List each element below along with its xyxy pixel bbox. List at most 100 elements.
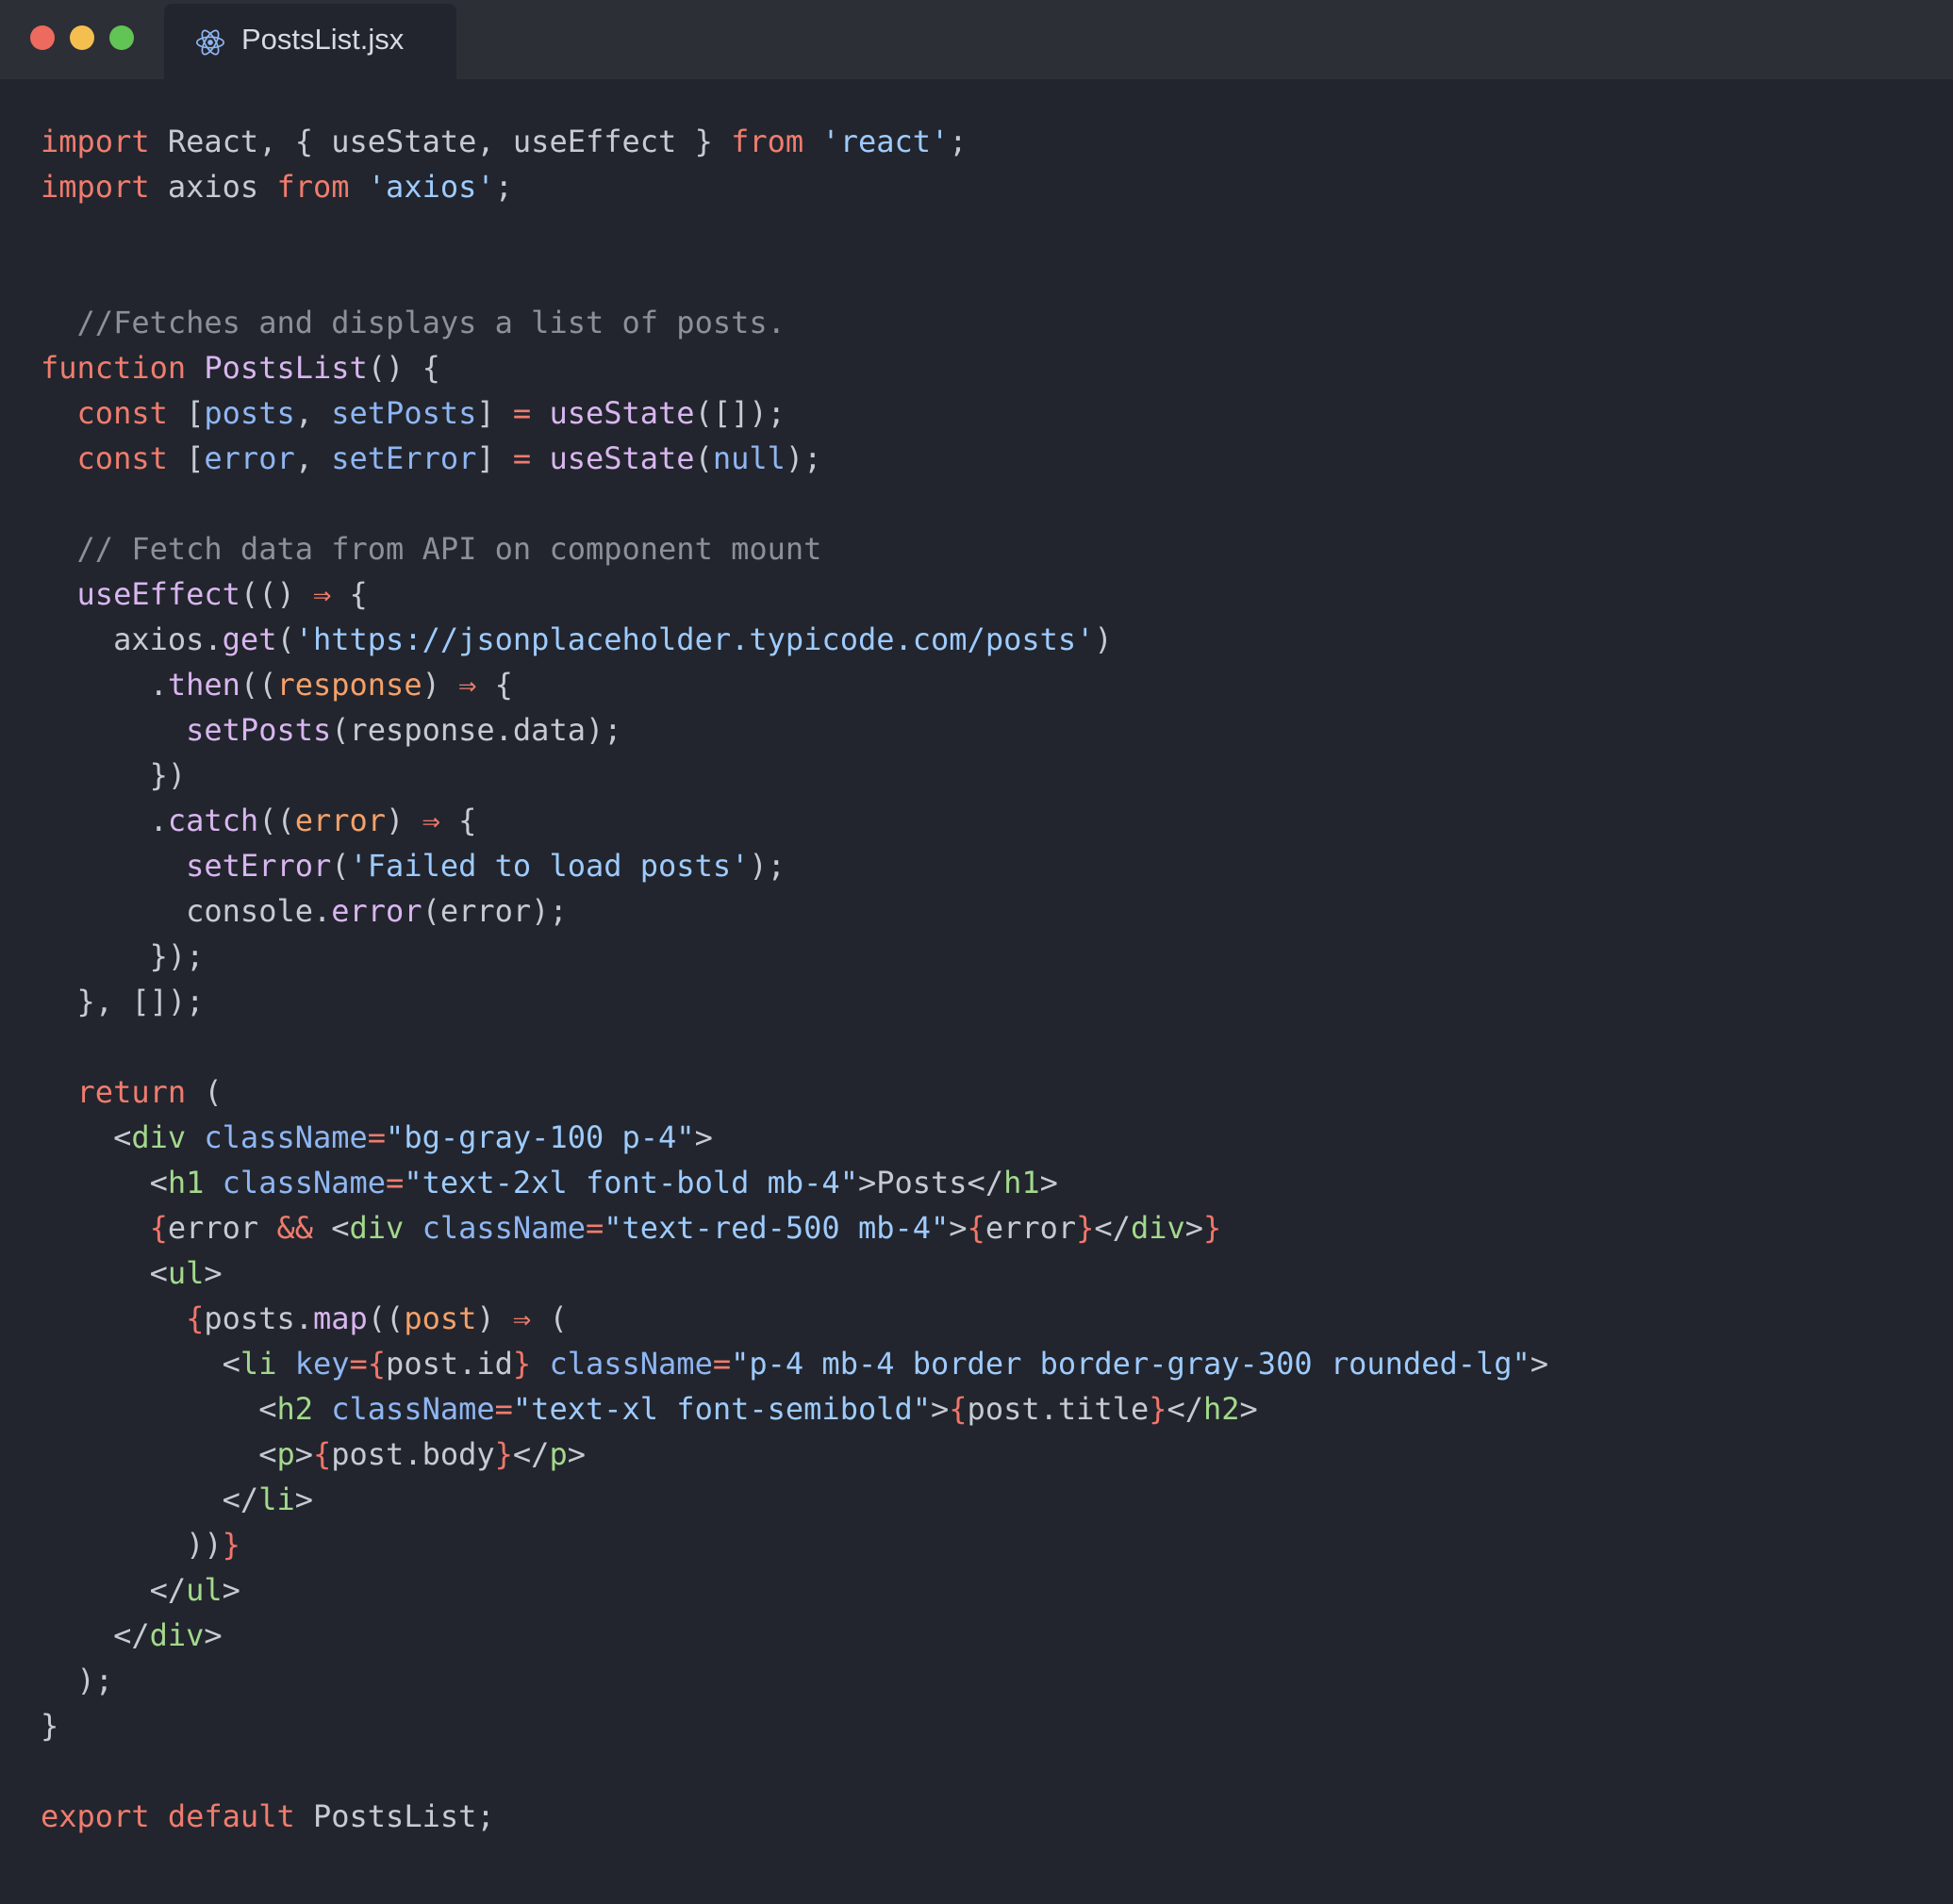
- code-token: then: [167, 667, 240, 703]
- code-token: }: [1203, 1210, 1222, 1246]
- close-window-button[interactable]: [30, 25, 55, 50]
- code-token: &&: [276, 1210, 313, 1246]
- code-token: get: [222, 621, 277, 657]
- maximize-window-button[interactable]: [109, 25, 134, 50]
- minimize-window-button[interactable]: [70, 25, 94, 50]
- code-token: (: [186, 1074, 223, 1110]
- code-token: post: [404, 1300, 477, 1336]
- code-token: error: [167, 1210, 277, 1246]
- code-token: ([]);: [694, 395, 786, 431]
- code-token: >: [222, 1572, 240, 1608]
- code-token: useState: [549, 395, 695, 431]
- code-token: (: [694, 440, 713, 476]
- code-token: ((: [367, 1300, 405, 1336]
- code-token: console.: [41, 893, 332, 929]
- code-line: //Fetches and displays a list of posts.: [41, 300, 1548, 345]
- code-token: p: [549, 1436, 568, 1472]
- code-token: (: [531, 1300, 568, 1336]
- react-icon: [195, 29, 225, 56]
- code-token: import: [41, 169, 150, 205]
- code-token: >: [1039, 1165, 1058, 1200]
- code-token: useEffect: [76, 576, 240, 612]
- code-token: <: [41, 1119, 132, 1155]
- code-token: );: [41, 1663, 114, 1698]
- code-token: div: [1130, 1210, 1185, 1246]
- code-line: }: [41, 1703, 1548, 1748]
- code-token: className: [204, 1119, 368, 1155]
- code-token: return: [76, 1074, 187, 1110]
- code-token: );: [785, 440, 822, 476]
- code-token: () {: [367, 350, 440, 386]
- code-line: import axios from 'axios';: [41, 164, 1548, 209]
- code-line: useEffect(() ⇒ {: [41, 571, 1548, 617]
- code-token: {: [331, 576, 368, 612]
- code-token: ): [422, 667, 459, 703]
- code-token: >: [294, 1436, 313, 1472]
- title-bar: PostsList.jsx: [0, 0, 1953, 79]
- code-token: 'react': [821, 124, 950, 159]
- code-token: 'https://jsonplaceholder.typicode.com/po…: [294, 621, 1095, 657]
- code-token: React, { useState, useEffect }: [149, 124, 732, 159]
- code-token: null: [712, 440, 786, 476]
- code-token: ,: [294, 395, 332, 431]
- code-token: }): [41, 757, 187, 793]
- code-line: );: [41, 1658, 1548, 1703]
- code-token: (error);: [422, 893, 568, 929]
- code-token: >: [931, 1391, 950, 1427]
- code-token: </: [41, 1482, 259, 1517]
- code-token: ul: [167, 1255, 205, 1291]
- code-token: "bg-gray-100 p-4": [386, 1119, 695, 1155]
- code-token: >: [1239, 1391, 1258, 1427]
- file-tab[interactable]: PostsList.jsx: [164, 4, 456, 79]
- code-token: //Fetches and displays a list of posts.: [41, 305, 786, 340]
- code-token: (response.data);: [331, 712, 622, 748]
- code-token: {: [367, 1346, 387, 1382]
- code-token: [: [167, 395, 205, 431]
- code-token: <: [41, 1255, 168, 1291]
- code-token: 'Failed to load posts': [349, 848, 750, 884]
- code-token: const: [76, 395, 168, 431]
- code-window: PostsList.jsx import React, { useState, …: [0, 0, 1953, 1904]
- code-token: ((): [240, 576, 313, 612]
- code-line: axios.get('https://jsonplaceholder.typic…: [41, 617, 1548, 662]
- code-token: }: [41, 1708, 59, 1744]
- code-token: post.id: [386, 1346, 513, 1382]
- code-token: div: [149, 1617, 205, 1653]
- code-token: ul: [186, 1572, 223, 1608]
- code-token: PostsList: [204, 350, 368, 386]
- code-token: [: [167, 440, 205, 476]
- code-line: <p>{post.body}</p>: [41, 1432, 1548, 1477]
- code-line: });: [41, 934, 1548, 979]
- code-token: className: [422, 1210, 586, 1246]
- code-line: <h1 className="text-2xl font-bold mb-4">…: [41, 1160, 1548, 1205]
- code-token: h1: [167, 1165, 205, 1200]
- code-token: </: [1094, 1210, 1131, 1246]
- code-token: </: [512, 1436, 550, 1472]
- code-token: =: [512, 440, 532, 476]
- code-line: ))}: [41, 1522, 1548, 1567]
- code-token: .: [41, 667, 168, 703]
- code-editor[interactable]: import React, { useState, useEffect } fr…: [41, 119, 1548, 1839]
- code-token: function: [41, 350, 187, 386]
- code-token: ⇒: [512, 1300, 532, 1336]
- code-token: >: [567, 1436, 586, 1472]
- code-token: >: [694, 1119, 713, 1155]
- code-token: <: [41, 1436, 277, 1472]
- code-token: error: [331, 893, 422, 929]
- code-token: "text-red-500 mb-4": [604, 1210, 950, 1246]
- code-token: {: [312, 1436, 332, 1472]
- code-token: const: [76, 440, 168, 476]
- code-token: ): [386, 803, 422, 838]
- code-token: ((: [240, 667, 277, 703]
- code-token: from: [731, 124, 804, 159]
- code-token: ,: [294, 440, 332, 476]
- code-token: <: [41, 1391, 277, 1427]
